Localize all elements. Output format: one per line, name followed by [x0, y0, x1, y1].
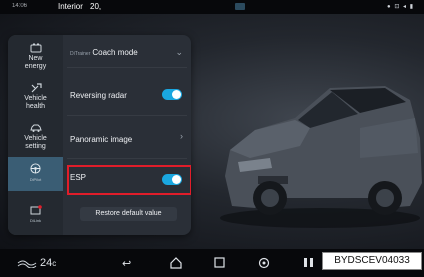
sidebar-label: health	[25, 103, 46, 110]
watermark-code: BYDSCEV04033	[322, 252, 422, 270]
car-icon	[29, 124, 42, 132]
steering-wheel-icon	[30, 163, 41, 174]
status-icons: ● ⊡ ◂ ▮	[387, 4, 414, 10]
sidebar-item-vehicle-health[interactable]: Vehicle health	[8, 83, 63, 111]
recent-apps-icon[interactable]	[214, 257, 225, 268]
panoramic-image-row[interactable]: Panoramic image ›	[63, 123, 191, 155]
sidebar-item-dipilot[interactable]: DiPilot	[8, 157, 63, 191]
sidebar: New energy Vehicle health Vehicle settin…	[8, 35, 63, 235]
esp-highlight-box	[67, 165, 191, 195]
reversing-radar-row: Reversing radar	[63, 79, 191, 111]
divider	[67, 115, 187, 116]
status-value: 20,	[90, 2, 102, 11]
sidebar-label: setting	[25, 143, 46, 150]
sidebar-label: DiLink	[29, 218, 42, 223]
toggle-knob	[172, 90, 181, 99]
notification-box-icon	[30, 205, 42, 215]
temperature-display[interactable]: 24c	[40, 257, 56, 269]
status-title: Interior	[58, 2, 83, 11]
panoramic-image-label: Panoramic image	[70, 135, 133, 144]
sidebar-item-vehicle-setting[interactable]: Vehicle setting	[8, 123, 63, 151]
divider	[67, 158, 187, 159]
temperature-value: 24	[40, 257, 53, 269]
chevron-down-icon: ⌄	[175, 47, 183, 57]
settings-content: DiTrainer Coach mode ⌄ Reversing radar Pa…	[63, 35, 191, 235]
coach-mode-prefix: DiTrainer	[70, 51, 91, 57]
restore-default-button[interactable]: Restore default value	[80, 207, 177, 221]
back-icon[interactable]: ↩	[122, 257, 131, 270]
fan-icon[interactable]	[17, 258, 37, 268]
sidebar-label: energy	[24, 63, 47, 70]
divider	[67, 67, 187, 68]
media-icon[interactable]	[303, 257, 315, 268]
reversing-radar-toggle[interactable]	[162, 89, 182, 100]
coach-mode-text: Coach mode	[92, 48, 138, 57]
sidebar-item-dilink[interactable]: DiLink	[8, 205, 63, 225]
car-settings-icon[interactable]	[258, 257, 270, 269]
wrench-icon	[31, 83, 42, 93]
temperature-unit: c	[52, 259, 57, 268]
settings-panel: New energy Vehicle health Vehicle settin…	[8, 35, 191, 235]
battery-icon	[30, 43, 41, 53]
sidebar-label: Vehicle	[24, 135, 47, 142]
home-icon[interactable]	[170, 257, 182, 269]
coach-mode-label: DiTrainer Coach mode	[70, 48, 138, 57]
car-image	[220, 86, 422, 228]
chevron-right-icon: ›	[180, 131, 183, 141]
status-time: 14:06	[12, 3, 28, 9]
coach-mode-row[interactable]: DiTrainer Coach mode ⌄	[63, 37, 191, 69]
screen-icon	[235, 3, 245, 10]
sidebar-label: New	[28, 55, 43, 62]
status-bar: 14:06 Interior 20, ● ⊡ ◂ ▮	[0, 0, 424, 14]
sidebar-item-new-energy[interactable]: New energy	[8, 43, 63, 71]
sidebar-label: Vehicle	[24, 95, 47, 102]
sidebar-label: DiPilot	[29, 177, 42, 182]
reversing-radar-label: Reversing radar	[70, 91, 127, 100]
